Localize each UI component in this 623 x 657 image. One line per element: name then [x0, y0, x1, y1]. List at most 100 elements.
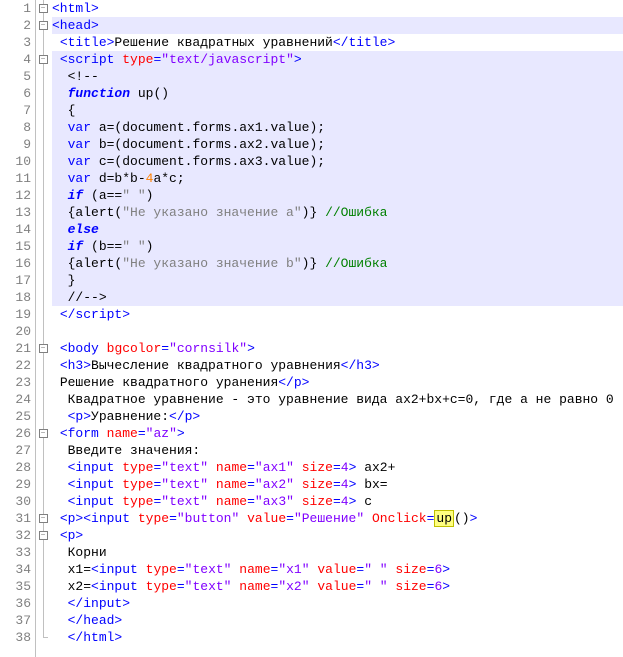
code-token: size [302, 477, 333, 492]
fold-cell [36, 629, 50, 646]
code-line[interactable]: <p><input type="button" value="Решение" … [52, 510, 623, 527]
code-line[interactable]: if (b==" ") [52, 238, 623, 255]
code-token: {alert( [68, 256, 123, 271]
code-line[interactable]: </input> [52, 595, 623, 612]
code-line[interactable]: <body bgcolor="cornsilk"> [52, 340, 623, 357]
code-line[interactable]: x2=<input type="text" name="x2" value=" … [52, 578, 623, 595]
code-line[interactable]: <form name="az"> [52, 425, 623, 442]
code-line[interactable]: //--> [52, 289, 623, 306]
fold-cell [36, 442, 50, 459]
code-line[interactable]: <html> [52, 0, 623, 17]
code-line[interactable]: Введите значения: [52, 442, 623, 459]
line-number: 9 [0, 136, 31, 153]
code-token [83, 239, 91, 254]
fold-minus-icon[interactable]: − [39, 531, 48, 540]
fold-column[interactable]: − − − − − − − [36, 0, 50, 657]
fold-cell[interactable]: − [36, 17, 50, 34]
code-token: Корни [68, 545, 107, 560]
fold-cell[interactable]: − [36, 340, 50, 357]
code-token [52, 273, 68, 288]
fold-minus-icon[interactable]: − [39, 429, 48, 438]
code-token: </p> [169, 409, 200, 424]
code-token: type [138, 511, 169, 526]
code-line[interactable]: <p>Уравнение:</p> [52, 408, 623, 425]
code-line[interactable]: <input type="text" name="ax2" size=4> bx… [52, 476, 623, 493]
fold-cell[interactable]: − [36, 425, 50, 442]
code-line[interactable]: <!-- [52, 68, 623, 85]
line-number: 31 [0, 510, 31, 527]
fold-minus-icon[interactable]: − [39, 21, 48, 30]
code-token: )} [302, 205, 325, 220]
code-token: <script [60, 52, 115, 67]
code-token: bgcolor [107, 341, 162, 356]
code-token: <input [91, 562, 138, 577]
line-number: 33 [0, 544, 31, 561]
code-line[interactable]: var c=(document.forms.ax3.value); [52, 153, 623, 170]
code-token [52, 222, 68, 237]
code-line[interactable]: </html> [52, 629, 623, 646]
line-number: 30 [0, 493, 31, 510]
code-line[interactable]: <h3>Вычесление квадратного уравнения</h3… [52, 357, 623, 374]
code-token: up [434, 510, 454, 527]
code-line[interactable]: {alert("Не указано значение b")} //Ошибк… [52, 255, 623, 272]
code-line[interactable]: <script type="text/javascript"> [52, 51, 623, 68]
line-number: 20 [0, 323, 31, 340]
code-token: 4 [341, 460, 349, 475]
code-line[interactable]: <title>Решение квадратных уравнений</tit… [52, 34, 623, 51]
code-token: ) [146, 239, 154, 254]
code-token [52, 545, 68, 560]
code-line[interactable]: var a=(document.forms.ax1.value); [52, 119, 623, 136]
fold-cell[interactable]: − [36, 527, 50, 544]
code-token: x1= [68, 562, 91, 577]
code-line[interactable]: var d=b*b-4a*c; [52, 170, 623, 187]
fold-minus-icon[interactable]: − [39, 4, 48, 13]
code-token [294, 477, 302, 492]
code-token [52, 188, 68, 203]
code-editor-area[interactable]: <html><head> <title>Решение квадратных у… [50, 0, 623, 657]
code-token: } [68, 273, 76, 288]
code-token: </h3> [341, 358, 380, 373]
code-line[interactable]: if (a==" ") [52, 187, 623, 204]
code-line[interactable]: var b=(document.forms.ax2.value); [52, 136, 623, 153]
code-line[interactable]: <head> [52, 17, 623, 34]
fold-minus-icon[interactable]: − [39, 514, 48, 523]
fold-cell[interactable]: − [36, 51, 50, 68]
code-line[interactable]: } [52, 272, 623, 289]
code-line[interactable]: Корни [52, 544, 623, 561]
fold-cell [36, 595, 50, 612]
code-line[interactable]: <input type="text" name="ax3" size=4> c [52, 493, 623, 510]
line-number: 8 [0, 119, 31, 136]
code-token [208, 494, 216, 509]
code-token: size [395, 579, 426, 594]
code-line[interactable]: </script> [52, 306, 623, 323]
code-token [52, 613, 68, 628]
code-line[interactable]: {alert("Не указано значение a")} //Ошибк… [52, 204, 623, 221]
fold-minus-icon[interactable]: − [39, 55, 48, 64]
code-token: = [333, 494, 341, 509]
code-line[interactable]: <input type="text" name="ax1" size=4> ax… [52, 459, 623, 476]
code-line[interactable] [52, 323, 623, 340]
code-line[interactable]: </head> [52, 612, 623, 629]
code-line[interactable]: else [52, 221, 623, 238]
code-line[interactable]: x1=<input type="text" name="x1" value=" … [52, 561, 623, 578]
code-token [52, 341, 60, 356]
code-token: <!-- [68, 69, 99, 84]
code-token [52, 579, 68, 594]
fold-minus-icon[interactable]: − [39, 344, 48, 353]
code-token: value [247, 511, 286, 526]
line-number: 7 [0, 102, 31, 119]
code-token: if [68, 239, 84, 254]
code-token: = [333, 460, 341, 475]
code-line[interactable]: <p> [52, 527, 623, 544]
line-number: 6 [0, 85, 31, 102]
code-line[interactable]: Решение квадратного уранения</p> [52, 374, 623, 391]
code-token [294, 494, 302, 509]
code-token: = [169, 511, 177, 526]
code-token: type [122, 52, 153, 67]
code-line[interactable]: Квадратное уравнение - это уравнение вид… [52, 391, 623, 408]
code-line[interactable]: function up() [52, 85, 623, 102]
fold-cell [36, 153, 50, 170]
fold-cell[interactable]: − [36, 510, 50, 527]
fold-cell[interactable]: − [36, 0, 50, 17]
code-line[interactable]: { [52, 102, 623, 119]
